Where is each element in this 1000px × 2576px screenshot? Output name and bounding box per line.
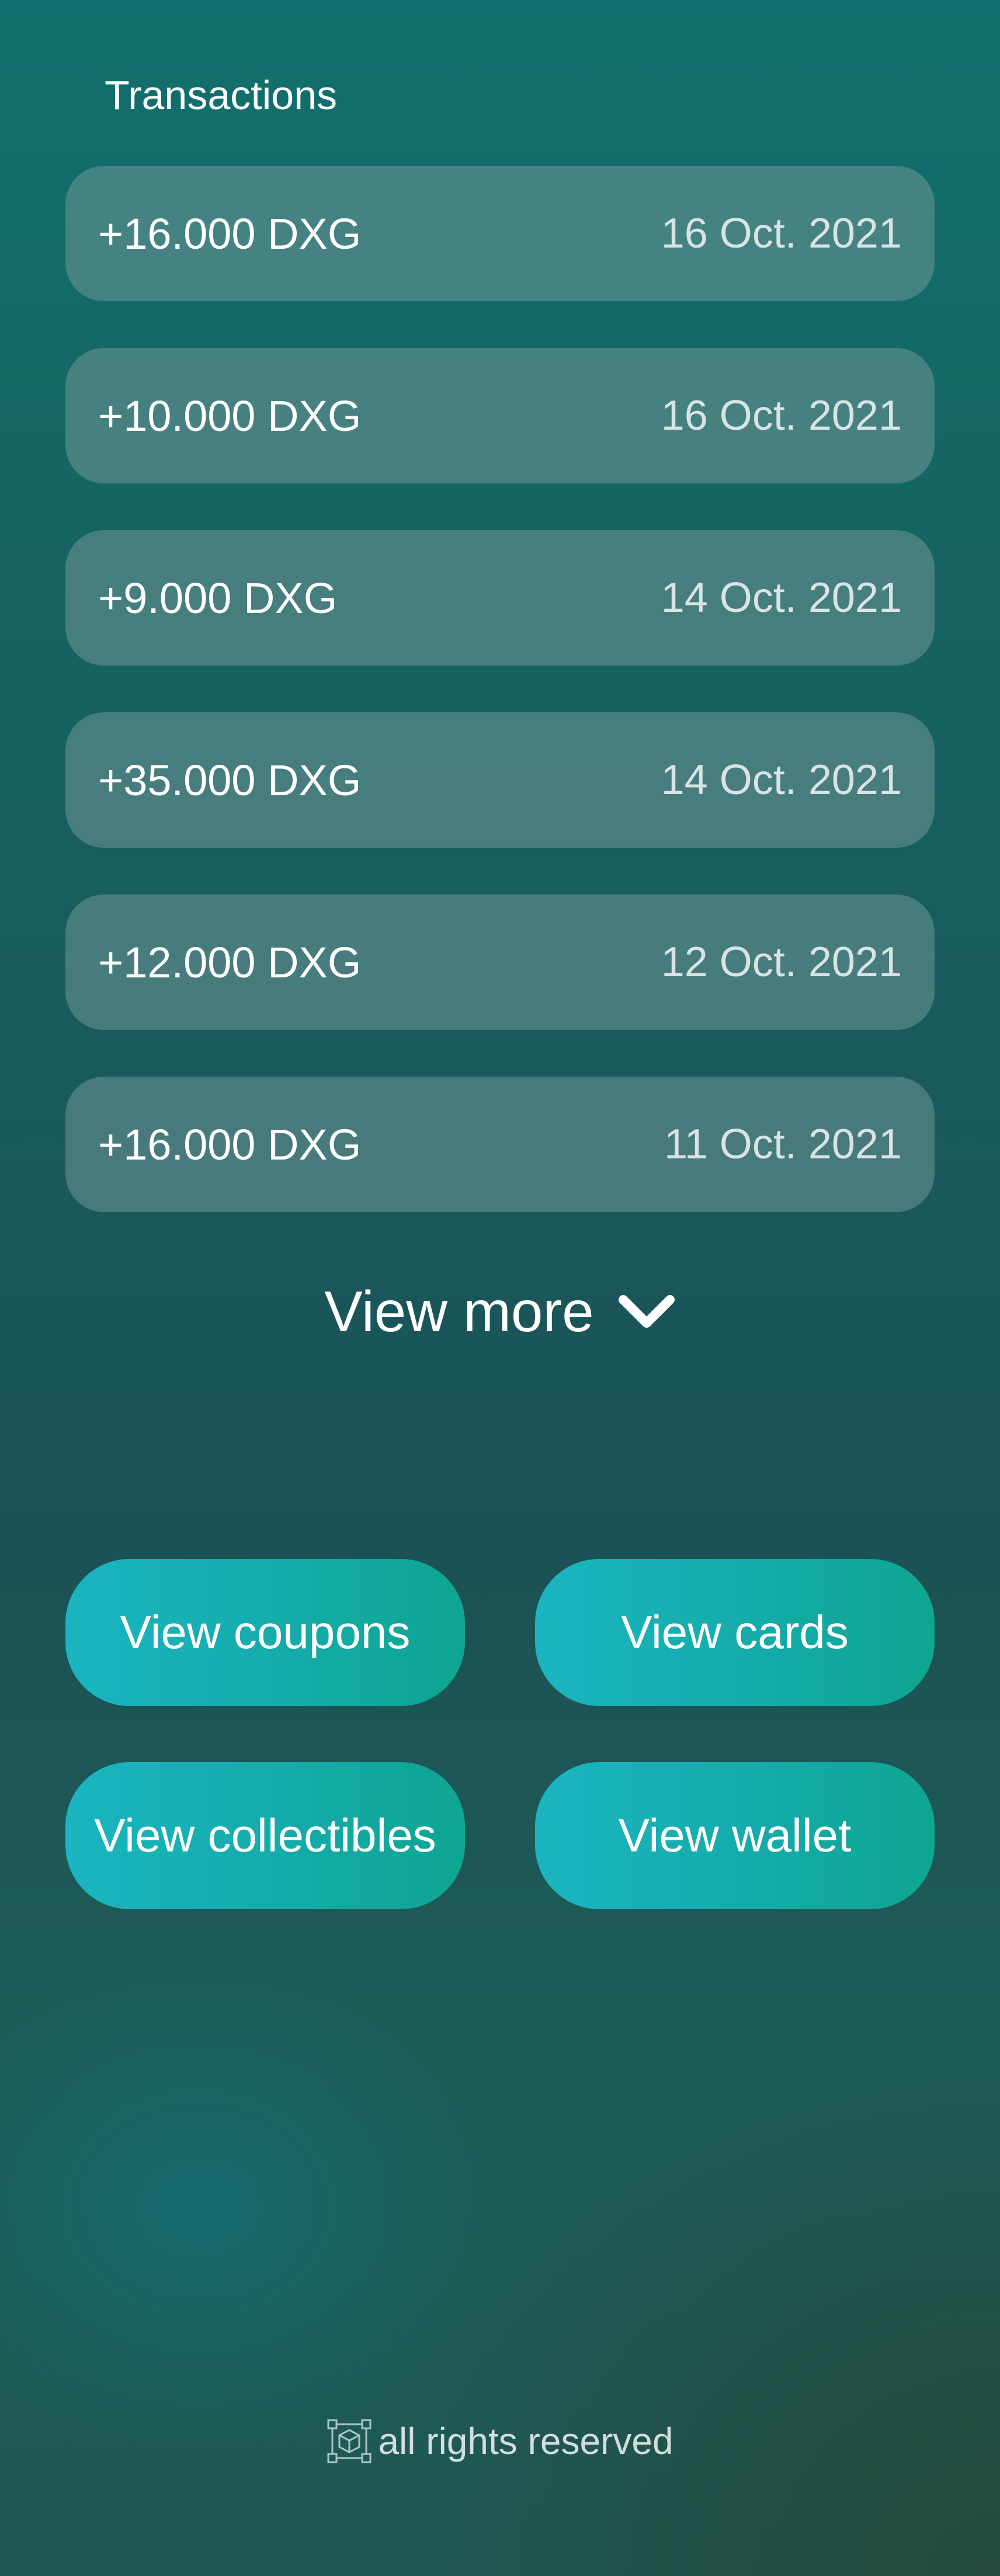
transaction-amount: +10.000 DXG <box>98 391 362 440</box>
transaction-date: 12 Oct. 2021 <box>661 939 902 986</box>
transaction-row[interactable]: +9.000 DXG 14 Oct. 2021 <box>65 530 935 666</box>
transaction-amount: +35.000 DXG <box>98 756 362 805</box>
view-cards-button[interactable]: View cards <box>535 1559 935 1706</box>
view-collectibles-button[interactable]: View collectibles <box>65 1762 465 1909</box>
view-coupons-button[interactable]: View coupons <box>65 1559 465 1706</box>
view-more-label: View more <box>324 1279 594 1343</box>
transaction-row[interactable]: +10.000 DXG 16 Oct. 2021 <box>65 348 935 483</box>
view-more-button[interactable]: View more <box>0 1279 1000 1345</box>
transaction-row[interactable]: +12.000 DXG 12 Oct. 2021 <box>65 894 935 1030</box>
transaction-amount: +12.000 DXG <box>98 938 362 987</box>
transaction-date: 16 Oct. 2021 <box>661 210 902 257</box>
footer: all rights reserved <box>0 2418 1000 2464</box>
transaction-date: 11 Oct. 2021 <box>664 1121 902 1168</box>
chevron-down-icon <box>617 1292 676 1332</box>
transaction-row[interactable]: +35.000 DXG 14 Oct. 2021 <box>65 712 935 848</box>
transaction-row[interactable]: +16.000 DXG 11 Oct. 2021 <box>65 1077 935 1212</box>
transactions-title: Transactions <box>105 72 338 118</box>
transaction-date: 16 Oct. 2021 <box>661 392 902 439</box>
footer-text: all rights reserved <box>378 2420 673 2462</box>
transactions-list: +16.000 DXG 16 Oct. 2021 +10.000 DXG 16 … <box>65 166 935 1259</box>
cube-network-icon <box>327 2418 372 2464</box>
transaction-date: 14 Oct. 2021 <box>661 757 902 803</box>
transaction-amount: +16.000 DXG <box>98 209 362 258</box>
view-wallet-button[interactable]: View wallet <box>535 1762 935 1909</box>
transaction-amount: +9.000 DXG <box>98 573 338 622</box>
transaction-amount: +16.000 DXG <box>98 1120 362 1169</box>
transaction-row[interactable]: +16.000 DXG 16 Oct. 2021 <box>65 166 935 301</box>
transaction-date: 14 Oct. 2021 <box>661 575 902 621</box>
